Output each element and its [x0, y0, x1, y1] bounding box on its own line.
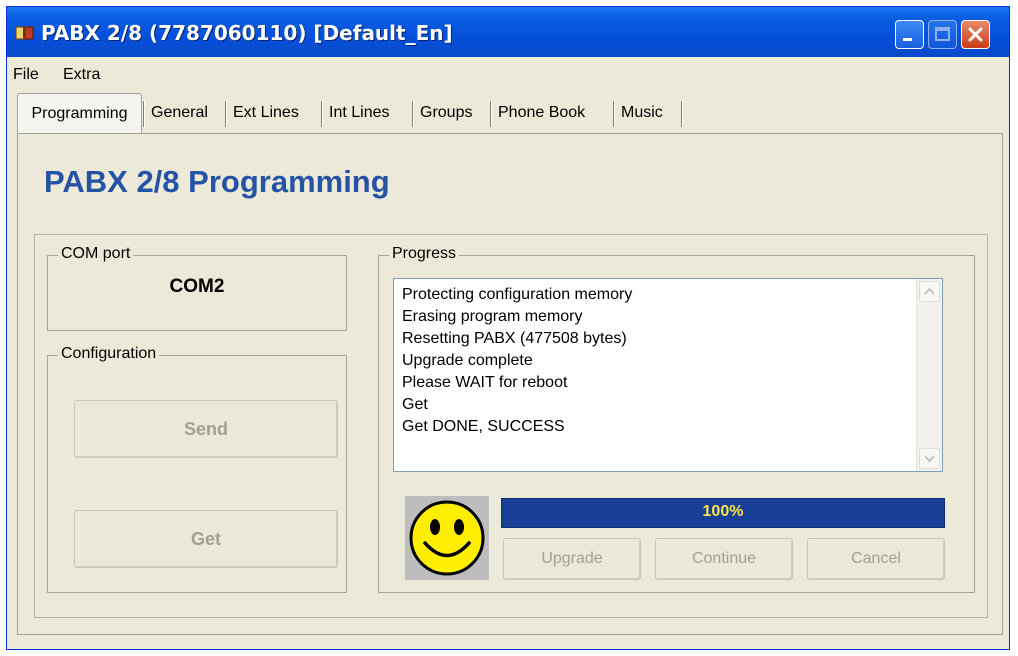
smiley-face-icon — [409, 500, 485, 576]
continue-button[interactable]: Continue — [655, 538, 793, 580]
menu-bar: File Extra — [7, 57, 1009, 91]
com-port-group: COM port COM2 — [47, 245, 347, 331]
menu-file[interactable]: File — [13, 66, 39, 84]
log-line: Get — [402, 396, 428, 413]
configuration-label: Configuration — [58, 345, 160, 363]
tab-groups[interactable]: Groups — [420, 95, 472, 131]
maximize-icon — [935, 27, 950, 41]
maximize-button[interactable] — [928, 20, 957, 49]
window-title: PABX 2/8 (7787060110) [Default_En] — [41, 21, 453, 45]
log-line: Resetting PABX (477508 bytes) — [402, 330, 627, 347]
scroll-up-button[interactable] — [919, 281, 940, 302]
tab-programming[interactable]: Programming — [17, 93, 142, 134]
cancel-button[interactable]: Cancel — [807, 538, 945, 580]
close-button[interactable] — [961, 20, 990, 49]
minimize-button[interactable] — [895, 20, 924, 49]
programming-panel: PABX 2/8 Programming COM port COM2 Confi… — [17, 133, 1003, 635]
com-port-label: COM port — [58, 245, 134, 263]
status-indicator — [405, 496, 489, 580]
menu-extra[interactable]: Extra — [63, 66, 100, 84]
log-line: Get DONE, SUCCESS — [402, 418, 565, 435]
progress-percent: 100% — [702, 503, 744, 520]
progress-bar: 100% — [501, 498, 945, 528]
minimize-icon — [903, 38, 912, 41]
app-window: PABX 2/8 (7787060110) [Default_En] File … — [6, 6, 1010, 650]
page-title: PABX 2/8 Programming — [44, 164, 390, 199]
app-icon[interactable] — [15, 25, 35, 41]
tab-separator — [412, 101, 414, 127]
tab-separator — [681, 101, 683, 127]
content-frame: COM port COM2 Configuration Send Get Pro… — [34, 234, 988, 618]
title-bar[interactable]: PABX 2/8 (7787060110) [Default_En] — [7, 7, 1009, 57]
com-port-value: COM2 — [169, 276, 225, 297]
tab-separator — [490, 101, 492, 127]
tab-int-lines[interactable]: Int Lines — [329, 95, 389, 131]
tab-phone-book[interactable]: Phone Book — [498, 95, 585, 131]
progress-log-lines: Protecting configuration memory Erasing … — [402, 284, 632, 438]
log-line: Protecting configuration memory — [402, 286, 633, 303]
close-icon — [968, 27, 983, 42]
send-button[interactable]: Send — [74, 400, 338, 458]
progress-group: Progress Protecting configuration memory… — [378, 245, 975, 593]
log-line: Erasing program memory — [402, 308, 583, 325]
upgrade-button[interactable]: Upgrade — [503, 538, 641, 580]
tab-general[interactable]: General — [151, 95, 208, 131]
tab-separator — [321, 101, 323, 127]
log-scrollbar[interactable] — [916, 279, 942, 471]
scroll-down-button[interactable] — [919, 448, 940, 469]
log-line: Please WAIT for reboot — [402, 374, 568, 391]
get-button[interactable]: Get — [74, 510, 338, 568]
tab-separator — [613, 101, 615, 127]
log-line: Upgrade complete — [402, 352, 533, 369]
chevron-up-icon — [924, 287, 935, 295]
progress-label: Progress — [389, 245, 460, 263]
tab-ext-lines[interactable]: Ext Lines — [233, 95, 299, 131]
progress-log[interactable]: Protecting configuration memory Erasing … — [393, 278, 943, 472]
tab-separator — [143, 101, 145, 127]
tab-separator — [225, 101, 227, 127]
configuration-group: Configuration Send Get — [47, 345, 347, 593]
tab-music[interactable]: Music — [621, 95, 663, 131]
chevron-down-icon — [924, 455, 935, 463]
